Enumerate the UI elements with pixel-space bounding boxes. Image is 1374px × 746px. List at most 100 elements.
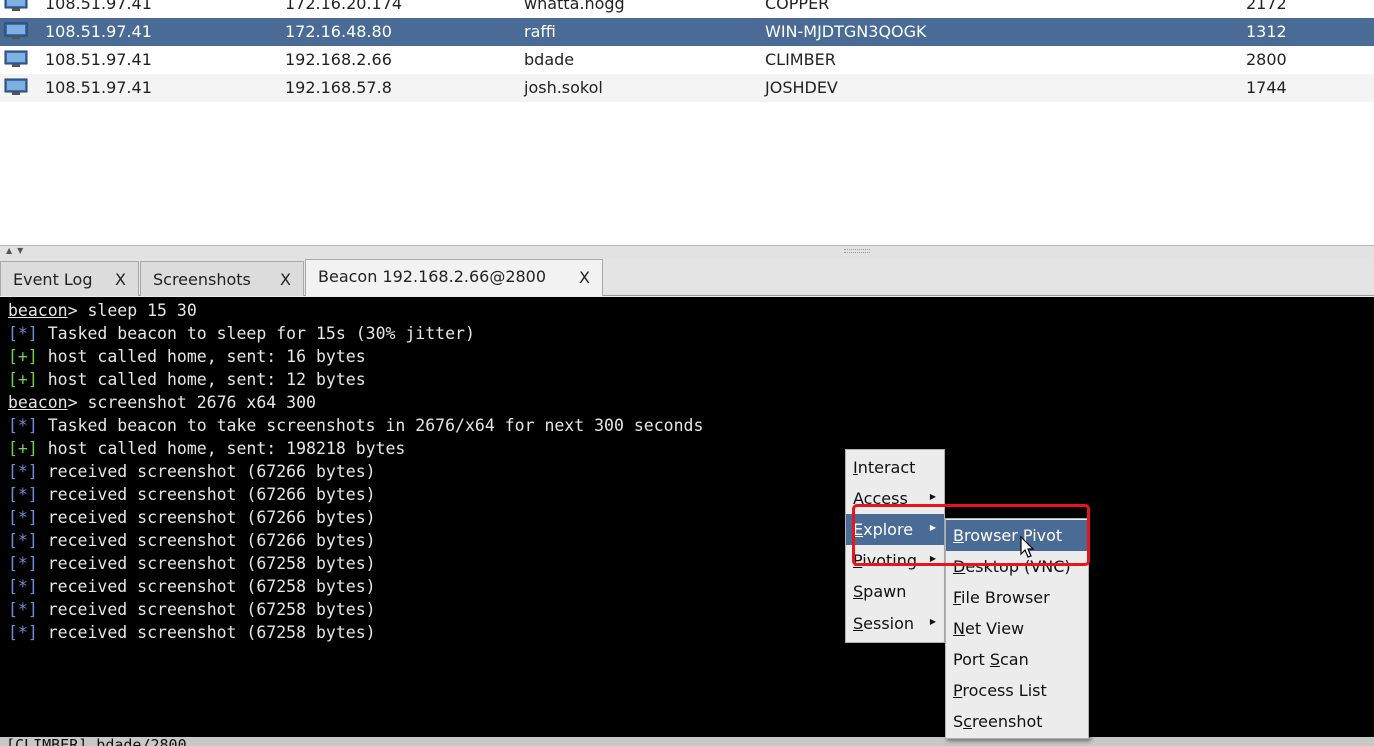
console-text: host called home, sent: 198218 bytes (37, 439, 406, 458)
menu-item-interact[interactable]: Interact (846, 452, 944, 483)
menu-mnemonic: N (953, 619, 965, 638)
console-marker: [*] (8, 554, 38, 573)
beacon-console[interactable]: beacon> sleep 15 30 [*] Tasked beacon to … (0, 297, 1374, 737)
menu-item-screenshot[interactable]: Screenshot (946, 706, 1088, 737)
menu-mnemonic: S (853, 582, 864, 601)
console-text: Tasked beacon to sleep for 15s (30% jitt… (37, 324, 475, 343)
submenu-arrow-icon: ▶ (929, 492, 936, 501)
console-marker: [*] (8, 600, 38, 619)
console-text: host called home, sent: 16 bytes (37, 347, 366, 366)
menu-item-label: ession (863, 614, 915, 633)
console-marker: [*] (8, 416, 38, 435)
submenu-arrow-icon: ▶ (929, 617, 936, 626)
console-text: received screenshot (67266 bytes) (37, 462, 376, 481)
console-marker: [+] (8, 370, 38, 389)
session-row[interactable]: 108.51.97.41 172.16.48.80 raffi WIN-MJDTGN3… (0, 18, 1374, 46)
menu-item-port-scan[interactable]: Port Scan (946, 644, 1088, 675)
computer-cell: COPPER (765, 0, 830, 13)
menu-item-label: can (999, 650, 1029, 669)
internal-ip-cell: 192.168.57.8 (285, 78, 392, 97)
console-text: host called home, sent: 12 bytes (37, 370, 366, 389)
internal-ip-cell: 192.168.2.66 (285, 50, 392, 69)
session-row[interactable]: 108.51.97.41 192.168.57.8 josh.sokol JOSHDE… (0, 74, 1374, 102)
console-text: received screenshot (67258 bytes) (37, 600, 376, 619)
annotation-highlight-box (852, 504, 1090, 566)
external-ip-cell: 108.51.97.41 (45, 50, 152, 69)
menu-item-label-prefix: S (953, 712, 964, 731)
computer-cell: WIN-MJDTGN3QOGK (765, 22, 927, 41)
menu-item-label: nteract (857, 458, 916, 477)
computer-icon (4, 50, 28, 67)
console-line: [*] received screenshot (67258 bytes) (8, 621, 1374, 644)
console-marker: [*] (8, 462, 38, 481)
session-row[interactable]: 108.51.97.41 172.16.20.174 whatta.hogg COPP… (0, 0, 1374, 18)
session-row[interactable]: 108.51.97.41 192.168.2.66 bdade CLIMBER 2800 (0, 46, 1374, 74)
tab-beacon[interactable]: Beacon 192.168.2.66@2800 X (305, 259, 603, 296)
tab-screenshots-label: Screenshots (153, 270, 251, 289)
computer-icon (4, 78, 28, 95)
menu-mnemonic: P (953, 681, 963, 700)
tab-event-log-label: Event Log (13, 270, 93, 289)
console-text: received screenshot (67258 bytes) (37, 554, 376, 573)
console-text: Tasked beacon to take screenshots in 267… (37, 416, 704, 435)
console-line: [*] received screenshot (67266 bytes) (8, 506, 1374, 529)
computer-cell: JOSHDEV (765, 78, 838, 97)
collapse-arrows-icon[interactable]: ▲▼ (6, 246, 28, 255)
pid-cell: 1744 (1246, 78, 1287, 97)
console-line: [*] Tasked beacon to sleep for 15s (30% … (8, 322, 1374, 345)
close-tab-beacon-icon[interactable]: X (579, 268, 590, 287)
pid-cell: 2172 (1246, 0, 1287, 13)
menu-item-session[interactable]: Session ▶ (846, 608, 944, 639)
console-marker: [*] (8, 577, 38, 596)
console-marker: [*] (8, 485, 38, 504)
user-cell: bdade (524, 50, 575, 69)
console-text: received screenshot (67266 bytes) (37, 531, 376, 550)
console-line: [*] received screenshot (67266 bytes) (8, 483, 1374, 506)
console-line: [*] received screenshot (67266 bytes) (8, 460, 1374, 483)
menu-item-net-view[interactable]: Net View (946, 613, 1088, 644)
console-line: [+] host called home, sent: 198218 bytes (8, 437, 1374, 460)
tab-screenshots[interactable]: Screenshots X (140, 261, 304, 296)
menu-item-label: ile Browser (961, 588, 1050, 607)
console-marker: [*] (8, 623, 38, 642)
close-tab-event-log-icon[interactable]: X (115, 270, 126, 289)
computer-icon (4, 0, 28, 11)
split-divider[interactable]: ▲▼ (0, 245, 1374, 259)
user-cell: josh.sokol (524, 78, 603, 97)
menu-item-label-prefix: Port (953, 650, 990, 669)
menu-item-spawn[interactable]: Spawn (846, 576, 944, 607)
console-line: [*] received screenshot (67258 bytes) (8, 575, 1374, 598)
console-line: [*] received screenshot (67266 bytes) (8, 529, 1374, 552)
console-marker: [+] (8, 439, 38, 458)
console-status-bar: [CLIMBER] bdade/2800 (0, 737, 1374, 746)
console-text: > screenshot 2676 x64 300 (67, 393, 316, 412)
console-line: [+] host called home, sent: 16 bytes (8, 345, 1374, 368)
tab-beacon-label: Beacon 192.168.2.66@2800 (318, 267, 547, 286)
external-ip-cell: 108.51.97.41 (45, 22, 152, 41)
close-tab-screenshots-icon[interactable]: X (280, 270, 291, 289)
menu-mnemonic: S (853, 614, 864, 633)
menu-item-label: pawn (863, 582, 907, 601)
menu-item-process-list[interactable]: Process List (946, 675, 1088, 706)
external-ip-cell: 108.51.97.41 (45, 78, 152, 97)
console-line: [+] host called home, sent: 12 bytes (8, 368, 1374, 391)
console-text: > sleep 15 30 (67, 301, 197, 320)
console-marker: [*] (8, 324, 38, 343)
drag-grip-icon[interactable] (844, 249, 870, 253)
console-line: [*] received screenshot (67258 bytes) (8, 598, 1374, 621)
menu-item-file-browser[interactable]: File Browser (946, 582, 1088, 613)
menu-mnemonic: S (989, 650, 1000, 669)
tab-event-log[interactable]: Event Log X (0, 261, 139, 296)
mouse-cursor-icon (1020, 536, 1035, 558)
menu-item-label: rocess List (962, 681, 1047, 700)
computer-icon (4, 22, 28, 39)
menu-mnemonic: c (963, 712, 972, 731)
console-marker: [*] (8, 508, 38, 527)
console-text: received screenshot (67258 bytes) (37, 623, 376, 642)
console-text: received screenshot (67266 bytes) (37, 485, 376, 504)
console-text: received screenshot (67266 bytes) (37, 508, 376, 527)
menu-mnemonic: F (953, 588, 962, 607)
sessions-table: 108.51.97.41 172.16.20.174 whatta.hogg COPP… (0, 0, 1374, 245)
internal-ip-cell: 172.16.20.174 (285, 0, 403, 13)
console-marker: [*] (8, 531, 38, 550)
